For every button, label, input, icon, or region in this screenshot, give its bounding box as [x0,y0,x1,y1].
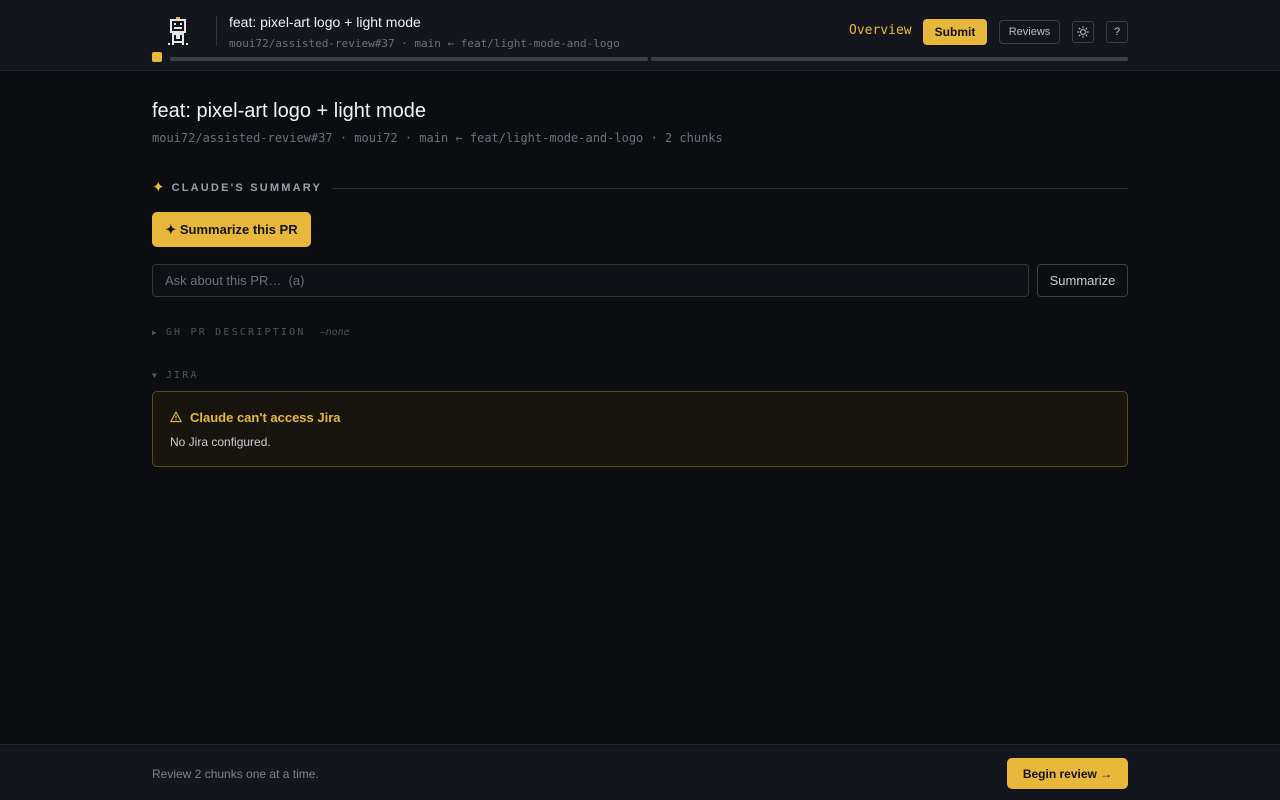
progress-current-marker [152,52,162,62]
help-button[interactable]: ? [1106,21,1128,43]
page-meta: moui72/assisted-review#37 · moui72 · mai… [152,131,723,145]
theme-toggle-button[interactable] [1072,21,1094,43]
caret-right-icon: ▶ [152,327,157,337]
summarize-button[interactable]: Summarize [1037,264,1128,297]
begin-review-button[interactable]: Begin review → [1007,758,1128,789]
ask-pr-input[interactable] [152,264,1029,297]
footer-hint: Review 2 chunks one at a time. [152,767,319,781]
jira-alert: Claude can't access Jira No Jira configu… [152,391,1128,467]
header-pr-branch: moui72/assisted-review#37 · main ← feat/… [229,37,620,50]
gh-description-value: —none [319,326,350,338]
section-divider [332,187,1128,189]
header-divider [216,16,217,46]
jira-alert-body: No Jira configured. [170,435,271,449]
summary-section-header: ✦ CLAUDE'S SUMMARY [152,180,1128,196]
progress-chunk-2[interactable] [651,57,1128,61]
progress-chunk-1[interactable] [170,57,648,61]
page-title: feat: pixel-art logo + light mode [152,100,427,122]
submit-button[interactable]: Submit [923,19,987,45]
sparkle-icon: ✦ [152,179,165,196]
summarize-pr-button[interactable]: ✦ Summarize this PR [152,212,311,247]
reviews-button[interactable]: Reviews [999,20,1060,44]
sun-icon [1077,26,1089,38]
header-pr-title: feat: pixel-art logo + light mode [229,14,421,30]
top-header: feat: pixel-art logo + light mode moui72… [0,0,1280,71]
jira-label: JIRA [165,369,199,381]
bottom-footer: Review 2 chunks one at a time. Begin rev… [0,744,1280,800]
summary-section-label: CLAUDE'S SUMMARY [171,182,323,194]
jira-alert-title: Claude can't access Jira [190,410,341,425]
robot-pixel-icon [168,17,188,45]
gh-description-toggle[interactable]: ▶ GH PR DESCRIPTION —none [152,325,350,339]
nav-overview-link[interactable]: Overview [849,23,912,38]
caret-down-icon: ▼ [152,370,157,380]
warning-triangle-icon [170,411,182,423]
gh-description-label: GH PR DESCRIPTION [165,326,306,338]
jira-toggle[interactable]: ▼ JIRA [152,368,199,382]
